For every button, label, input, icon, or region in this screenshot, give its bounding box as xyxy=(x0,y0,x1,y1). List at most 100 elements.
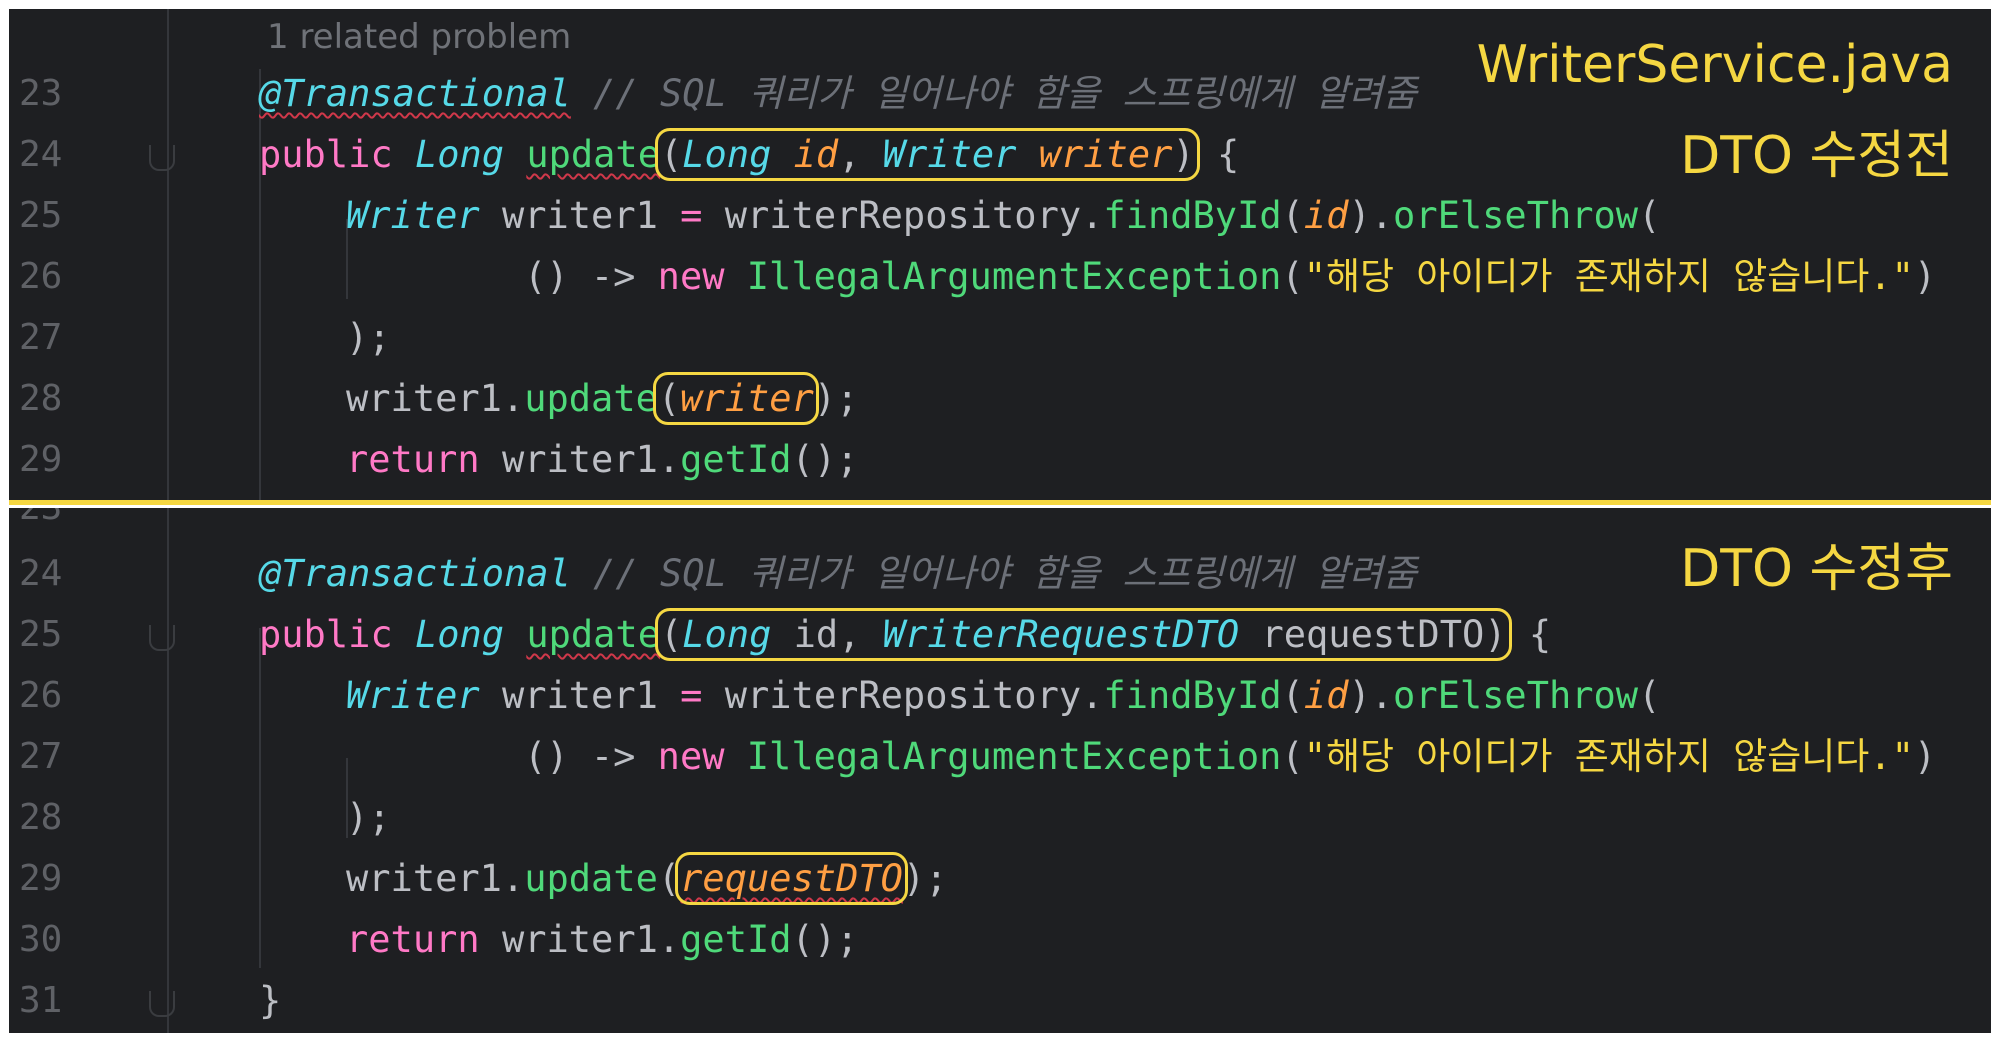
paren: ( xyxy=(1281,735,1304,778)
param-type: Writer xyxy=(882,133,1017,176)
code-text[interactable]: public Long update(Long id, Writer write… xyxy=(259,125,1239,185)
fold-marker-icon[interactable] xyxy=(149,991,175,1017)
code-text[interactable]: () -> new IllegalArgumentException("해당 아… xyxy=(524,727,1936,787)
code-text[interactable]: Writer writer1 = writerRepository.findBy… xyxy=(346,666,1660,726)
keyword: public xyxy=(259,133,393,176)
line-number[interactable]: 25 xyxy=(19,186,89,246)
paren: ) xyxy=(1484,613,1507,656)
call-end: (); xyxy=(791,918,859,961)
line-number[interactable]: 28 xyxy=(19,788,89,848)
method-name: update xyxy=(526,613,660,656)
argument: requestDTO xyxy=(680,857,903,900)
paren: ( xyxy=(1638,674,1661,717)
line-number[interactable]: 27 xyxy=(19,727,89,787)
line-number[interactable]: 29 xyxy=(19,849,89,909)
argument: writer xyxy=(680,377,814,420)
dot: . xyxy=(501,857,525,900)
argument: id xyxy=(1303,194,1349,237)
paren: ) xyxy=(1913,255,1937,298)
code-text[interactable]: @Transactional // SQL 쿼리가 일어나야 함을 스프링에게 … xyxy=(259,64,1417,124)
code-text[interactable]: ); xyxy=(346,308,391,368)
line-number[interactable]: 31 xyxy=(19,971,89,1031)
file-name-label: WriterService.java xyxy=(1476,35,1953,95)
line-number[interactable]: 26 xyxy=(19,666,89,726)
param-name: id xyxy=(793,613,839,656)
method-name: getId xyxy=(680,918,792,961)
paren: ) xyxy=(1913,735,1937,778)
highlight-argument-before: (writer xyxy=(652,372,819,425)
highlight-parameters-before: (Long id, Writer writer) xyxy=(654,128,1200,181)
keyword: return xyxy=(346,918,480,961)
argument: id xyxy=(1303,674,1349,717)
string-literal: "해당 아이디가 존재하지 않습니다." xyxy=(1303,255,1914,298)
type-name: Writer xyxy=(346,674,480,717)
code-text[interactable]: } xyxy=(259,971,281,1031)
method-name: findById xyxy=(1103,674,1282,717)
lambda: () -> xyxy=(524,255,636,298)
variable: writer1 xyxy=(501,438,658,481)
annotation: @Transactional xyxy=(259,552,571,595)
line-number[interactable]: 30 xyxy=(19,910,89,970)
variable: writer1 xyxy=(346,377,502,420)
method-name: getId xyxy=(680,438,792,481)
highlight-parameters-after: (Long id, WriterRequestDTO requestDTO) xyxy=(654,608,1512,661)
comment: // SQL 쿼리가 일어나야 함을 스프링에게 알려줌 xyxy=(593,72,1417,115)
code-line: 29 return writer1.getId(); xyxy=(9,430,1991,490)
paren: ( xyxy=(1281,194,1304,237)
code-line: 28 writer1.update(writer); xyxy=(9,369,1991,429)
code-text[interactable]: ); xyxy=(346,788,391,848)
class-name: IllegalArgumentException xyxy=(746,735,1282,778)
dot: . xyxy=(1081,674,1104,717)
statement-end: ); xyxy=(813,377,859,420)
paren: ) xyxy=(1348,194,1371,237)
line-number[interactable]: 25 xyxy=(19,605,89,665)
line-number[interactable]: 27 xyxy=(19,308,89,368)
type-name: Long xyxy=(414,133,505,176)
fold-marker-icon[interactable] xyxy=(149,145,175,171)
line-number[interactable]: 24 xyxy=(19,544,89,604)
code-line: 31 } xyxy=(9,971,1991,1031)
line-number[interactable]: 28 xyxy=(19,369,89,429)
string-literal: "해당 아이디가 존재하지 않습니다." xyxy=(1303,735,1914,778)
fold-marker-icon[interactable] xyxy=(149,625,175,651)
code-panel-before: 1 related problem 23 @Transactional // S… xyxy=(9,9,1991,503)
line-number[interactable]: 26 xyxy=(19,247,89,307)
param-name: requestDTO xyxy=(1261,613,1485,656)
variable: writer1 xyxy=(501,194,658,237)
line-number[interactable]: 23 xyxy=(19,64,89,124)
code-line: 30 return writer1.getId(); xyxy=(9,910,1991,970)
code-line: 25 public Long update(Long id, WriterReq… xyxy=(9,605,1991,665)
code-line: 27 () -> new IllegalArgumentException("해… xyxy=(9,727,1991,787)
related-problem-hint[interactable]: 1 related problem xyxy=(267,17,571,57)
dot: . xyxy=(657,918,681,961)
statement-end: ); xyxy=(346,316,391,359)
code-text[interactable]: () -> new IllegalArgumentException("해당 아… xyxy=(524,247,1936,307)
method-name: update xyxy=(524,377,658,420)
operator: = xyxy=(680,194,703,237)
paren: ( xyxy=(1281,674,1304,717)
line-number[interactable]: 24 xyxy=(19,125,89,185)
variable: writer1 xyxy=(346,857,502,900)
line-number[interactable]: 29 xyxy=(19,430,89,490)
code-text[interactable]: Writer writer1 = writerRepository.findBy… xyxy=(346,186,1660,246)
code-line: 26 () -> new IllegalArgumentException("해… xyxy=(9,247,1991,307)
code-text[interactable]: @Transactional // SQL 쿼리가 일어나야 함을 스프링에게 … xyxy=(259,544,1417,604)
code-text[interactable]: return writer1.getId(); xyxy=(346,430,858,490)
variable: writerRepository xyxy=(724,194,1082,237)
code-text[interactable]: public Long update(Long id, WriterReques… xyxy=(259,605,1551,665)
lambda: () -> xyxy=(524,735,636,778)
method-name: orElseThrow xyxy=(1393,674,1639,717)
keyword: public xyxy=(259,613,393,656)
code-text[interactable]: writer1.update(requestDTO); xyxy=(346,849,947,909)
statement-end: ); xyxy=(346,796,391,839)
paren: ( xyxy=(1281,255,1304,298)
code-line: 28 ); xyxy=(9,788,1991,848)
comment: // SQL 쿼리가 일어나야 함을 스프링에게 알려줌 xyxy=(593,552,1417,595)
brace: } xyxy=(259,979,282,1022)
paren: ) xyxy=(1172,133,1195,176)
code-text[interactable]: return writer1.getId(); xyxy=(346,910,858,970)
before-label: DTO 수정전 xyxy=(1680,126,1953,186)
line-number[interactable]: 23 xyxy=(19,508,89,538)
type-name: Writer xyxy=(346,194,480,237)
code-text[interactable]: writer1.update(writer); xyxy=(346,369,858,429)
